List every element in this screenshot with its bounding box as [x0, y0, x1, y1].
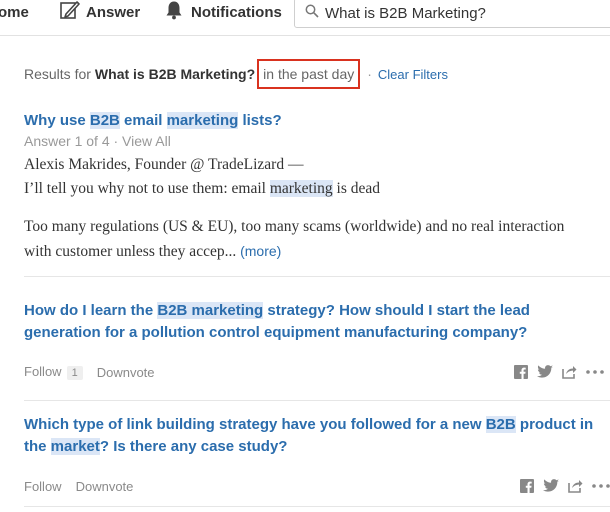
- answer-text: I’ll tell you why not to use them: email: [24, 180, 270, 197]
- divider: [24, 506, 610, 507]
- share-icon[interactable]: [562, 365, 577, 379]
- search-input-value: What is B2B Marketing?: [325, 4, 486, 22]
- results-query: What is B2B Marketing?: [94, 66, 256, 82]
- title-text: ? Is there any case study?: [99, 438, 288, 455]
- nav-answer-label: Answer: [86, 3, 141, 21]
- result-item: Which type of link building strategy hav…: [24, 414, 610, 496]
- divider: [24, 400, 610, 401]
- title-highlight: marketing: [166, 112, 239, 129]
- more-options-icon[interactable]: [586, 370, 604, 374]
- title-text: email: [119, 112, 167, 129]
- answer-highlight: marketing: [269, 180, 333, 197]
- separator-dot: ·: [367, 66, 372, 82]
- downvote-button[interactable]: Downvote: [76, 479, 134, 494]
- answer-excerpt: Too many regulations (US & EU), too many…: [24, 215, 594, 264]
- title-text: How do I learn the: [24, 302, 158, 319]
- nav-notifications[interactable]: Notifications: [164, 0, 282, 24]
- pencil-icon: [60, 0, 86, 24]
- downvote-button[interactable]: Downvote: [97, 365, 155, 380]
- top-navigation: ome Answer Notifications What is B2B Mar…: [0, 0, 610, 36]
- question-title-link[interactable]: How do I learn the B2B marketing strateg…: [24, 300, 604, 344]
- twitter-icon[interactable]: [543, 479, 559, 493]
- answer-excerpt-text: Too many regulations (US & EU), too many…: [24, 218, 565, 260]
- results-header: Results for What is B2B Marketing? in th…: [24, 59, 448, 89]
- bell-icon: [164, 0, 191, 24]
- result-item: Why use B2B email marketing lists? Answe…: [24, 110, 594, 264]
- action-bar: Follow Downvote: [24, 476, 610, 496]
- more-link[interactable]: (more): [240, 243, 281, 259]
- answer-text: is dead: [332, 180, 381, 197]
- share-icon[interactable]: [568, 479, 583, 493]
- title-highlight: B2B: [485, 416, 516, 433]
- answer-meta[interactable]: Answer 1 of 4 · View All: [24, 133, 594, 153]
- title-text: Which type of link building strategy hav…: [24, 416, 486, 433]
- follow-label: Follow: [24, 364, 62, 379]
- follow-button[interactable]: Follow: [24, 479, 62, 494]
- facebook-icon[interactable]: [520, 479, 534, 493]
- search-input[interactable]: What is B2B Marketing?: [294, 0, 610, 28]
- nav-answer[interactable]: Answer: [60, 0, 140, 24]
- title-text: lists?: [238, 112, 282, 129]
- nav-notifications-label: Notifications: [191, 3, 282, 21]
- title-highlight: B2B: [89, 112, 120, 129]
- answer-author: Alexis Makrides, Founder @ TradeLizard —: [24, 156, 304, 173]
- more-options-icon[interactable]: [592, 484, 610, 488]
- results-prefix: Results for: [24, 66, 91, 82]
- nav-home[interactable]: ome: [0, 0, 29, 24]
- clear-filters-link[interactable]: Clear Filters: [378, 67, 448, 82]
- nav-home-label: ome: [0, 3, 29, 21]
- question-title-link[interactable]: Which type of link building strategy hav…: [24, 414, 610, 458]
- divider: [24, 276, 610, 277]
- twitter-icon[interactable]: [537, 365, 553, 379]
- title-highlight: B2B marketing: [157, 302, 264, 319]
- follow-count: 1: [66, 366, 83, 380]
- action-bar: Follow 1 Downvote: [24, 362, 604, 382]
- question-title-link[interactable]: Why use B2B email marketing lists?: [24, 110, 594, 132]
- title-text: Why use: [24, 112, 90, 129]
- title-highlight: market: [50, 438, 100, 455]
- result-item: How do I learn the B2B marketing strateg…: [24, 300, 604, 382]
- time-filter[interactable]: in the past day: [257, 59, 361, 89]
- follow-button[interactable]: Follow 1: [24, 364, 83, 380]
- facebook-icon[interactable]: [514, 365, 528, 379]
- answer-line: I’ll tell you why not to use them: email…: [24, 177, 594, 201]
- answer-body: Alexis Makrides, Founder @ TradeLizard —…: [24, 153, 594, 264]
- search-icon: [305, 4, 325, 22]
